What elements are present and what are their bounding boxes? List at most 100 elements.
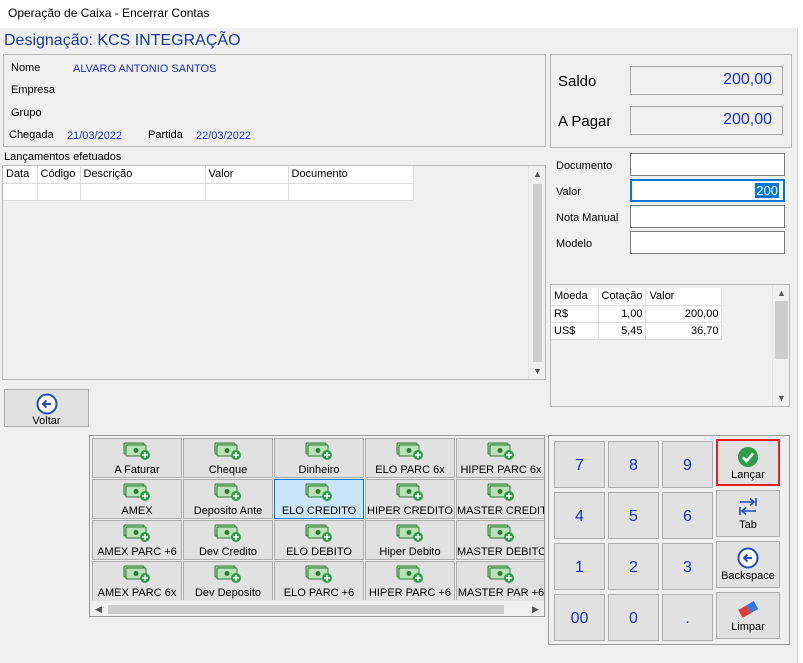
- payment-button[interactable]: Cheque: [183, 438, 273, 478]
- payment-button[interactable]: ELO PARC 6x: [365, 438, 455, 478]
- currency-table: Moeda Cotação Valor R$ 1,00 200,00 US$ 5…: [551, 288, 723, 340]
- scroll-down-icon[interactable]: ▼: [529, 366, 546, 376]
- valor-input[interactable]: 200: [630, 179, 785, 202]
- keypad-key[interactable]: 4: [554, 492, 605, 539]
- cotacao-cell: 1,00: [598, 305, 647, 323]
- keypad-key[interactable]: 7: [554, 441, 605, 488]
- table-row[interactable]: R$ 1,00 200,00: [551, 305, 723, 323]
- lancamentos-table: Data Código Descrição Valor Documento: [3, 166, 414, 201]
- payment-button[interactable]: Dev Credito: [183, 520, 273, 560]
- payment-button[interactable]: AMEX PARC +6: [92, 520, 182, 560]
- keypad-key[interactable]: 0: [608, 594, 659, 641]
- lancamentos-title: Lançamentos efetuados: [4, 151, 122, 163]
- window-edge: [797, 28, 803, 663]
- payment-button[interactable]: AMEX PARC 6x: [92, 561, 182, 601]
- col-data[interactable]: Data: [3, 166, 38, 184]
- documento-input[interactable]: [630, 153, 785, 176]
- tab-label: Tab: [739, 519, 757, 531]
- payment-button[interactable]: A Faturar: [92, 438, 182, 478]
- payment-button[interactable]: MASTER PAR +6: [456, 561, 544, 601]
- col-documento[interactable]: Documento: [288, 166, 414, 184]
- payment-label: ELO PARC 6x: [375, 464, 445, 476]
- back-arrow-icon: [737, 547, 759, 569]
- grupo-label: Grupo: [11, 107, 42, 119]
- payment-label: Cheque: [208, 464, 248, 476]
- payment-label: Hiper Debito: [379, 546, 441, 558]
- voltar-label: Voltar: [32, 415, 61, 427]
- keypad-key[interactable]: 1: [554, 543, 605, 590]
- limpar-button[interactable]: Limpar: [716, 592, 780, 639]
- keypad-key[interactable]: 6: [662, 492, 713, 539]
- payment-label: HIPER PARC 6x: [460, 464, 542, 476]
- voltar-button[interactable]: Voltar: [4, 389, 89, 427]
- scroll-right-icon[interactable]: ▶: [527, 604, 544, 615]
- scroll-up-icon[interactable]: ▲: [773, 288, 790, 298]
- keypad-key[interactable]: 5: [608, 492, 659, 539]
- scroll-thumb[interactable]: [533, 184, 542, 362]
- table-row[interactable]: US$ 5,45 36,70: [551, 322, 723, 340]
- apagar-value: 200,00: [723, 111, 772, 128]
- tab-button[interactable]: Tab: [716, 490, 780, 537]
- valor-cell: 36,70: [645, 322, 723, 340]
- payment-button[interactable]: MASTER DEBITO: [456, 520, 544, 560]
- payment-button[interactable]: Dev Deposito: [183, 561, 273, 601]
- backspace-label: Backspace: [721, 570, 775, 582]
- payment-methods-panel: A Faturar Cheque Dinheiro ELO PARC 6x HIPER …: [89, 435, 545, 617]
- col-descricao[interactable]: Descrição: [80, 166, 206, 184]
- col-valor-moeda[interactable]: Valor: [645, 288, 723, 306]
- payment-button[interactable]: HIPER PARC +6: [365, 561, 455, 601]
- payment-button[interactable]: ELO PARC +6: [274, 561, 364, 601]
- payment-button[interactable]: AMEX: [92, 479, 182, 519]
- keypad-panel: 7 8 9 4 5 6 1 2 3 00 0. Lançar Tab Backspace Limpa…: [548, 435, 790, 645]
- payment-button[interactable]: HIPER PARC 6x: [456, 438, 544, 478]
- payment-button[interactable]: HIPER CREDITO: [365, 479, 455, 519]
- scroll-up-icon[interactable]: ▲: [529, 169, 546, 179]
- keypad-key[interactable]: 3: [662, 543, 713, 590]
- scroll-down-icon[interactable]: ▼: [773, 393, 790, 403]
- chegada-label: Chegada: [9, 129, 54, 141]
- keypad-key[interactable]: 2: [608, 543, 659, 590]
- col-cotacao[interactable]: Cotação: [598, 288, 647, 306]
- lancamentos-grid[interactable]: Data Código Descrição Valor Documento ▲ …: [2, 165, 546, 380]
- modelo-input[interactable]: [630, 231, 785, 254]
- payment-button[interactable]: Deposito Ante: [183, 479, 273, 519]
- nome-label: Nome: [11, 62, 41, 74]
- lancamentos-scrollbar[interactable]: ▲ ▼: [528, 166, 545, 379]
- modelo-label: Modelo: [556, 238, 593, 250]
- lancamentos-header-row: Data Código Descrição Valor Documento: [3, 166, 414, 184]
- payment-button[interactable]: Dinheiro: [274, 438, 364, 478]
- table-row[interactable]: [3, 183, 414, 201]
- saldo-value: 200,00: [723, 71, 772, 88]
- partida-value: 22/03/2022: [196, 130, 252, 142]
- payment-button[interactable]: ELO CREDITO: [274, 479, 364, 519]
- apagar-label: A Pagar: [558, 113, 612, 130]
- scroll-left-icon[interactable]: ◀: [90, 604, 107, 615]
- partida-label: Partida: [148, 129, 183, 141]
- keypad-key[interactable]: .: [662, 594, 713, 641]
- payment-label: Dev Credito: [198, 546, 258, 558]
- lancar-button[interactable]: Lançar: [716, 439, 780, 486]
- payment-hscrollbar[interactable]: ◀ ▶: [90, 600, 544, 616]
- keypad-key[interactable]: 00: [554, 594, 605, 641]
- payment-label: AMEX PARC 6x: [97, 587, 177, 599]
- keypad-key[interactable]: 9: [662, 441, 713, 488]
- col-valor[interactable]: Valor: [205, 166, 289, 184]
- scroll-thumb[interactable]: [108, 605, 504, 614]
- payment-button[interactable]: Hiper Debito: [365, 520, 455, 560]
- payment-button[interactable]: ELO DEBITO: [274, 520, 364, 560]
- payment-button[interactable]: MASTER CREDIT: [456, 479, 544, 519]
- scroll-thumb[interactable]: [775, 301, 788, 359]
- nota-manual-input[interactable]: [630, 205, 785, 228]
- saldo-box: 200,00: [630, 66, 783, 95]
- empresa-label: Empresa: [11, 84, 56, 96]
- eraser-icon: [738, 601, 759, 618]
- currency-header-row: Moeda Cotação Valor: [551, 288, 723, 306]
- keypad-key[interactable]: 8: [608, 441, 659, 488]
- col-codigo[interactable]: Código: [37, 166, 81, 184]
- backspace-button[interactable]: Backspace: [716, 541, 780, 588]
- currency-grid[interactable]: Moeda Cotação Valor R$ 1,00 200,00 US$ 5…: [550, 284, 790, 407]
- currency-scrollbar[interactable]: ▲ ▼: [772, 285, 789, 406]
- col-moeda[interactable]: Moeda: [551, 288, 599, 306]
- valor-selected-text: 200: [755, 183, 779, 198]
- back-arrow-icon: [36, 393, 57, 415]
